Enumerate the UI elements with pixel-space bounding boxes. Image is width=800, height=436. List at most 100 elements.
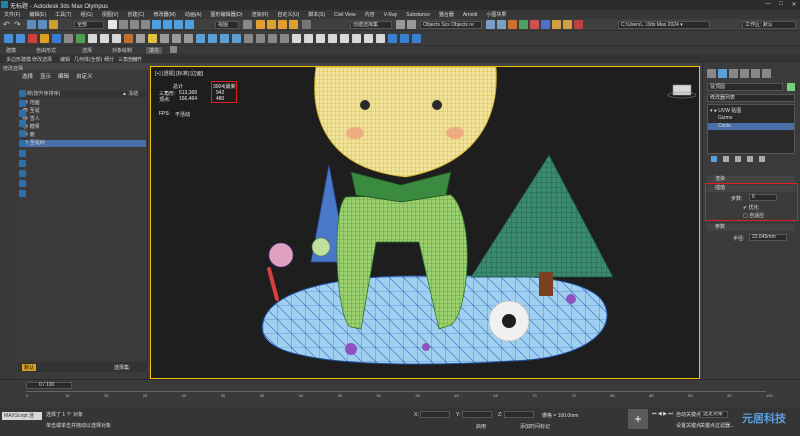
symmetry-icon[interactable]	[388, 34, 397, 43]
display-shapes-icon[interactable]	[19, 110, 26, 117]
sphere-tool-icon[interactable]	[28, 34, 37, 43]
cone-tool-icon[interactable]	[172, 34, 181, 43]
object-name-field[interactable]: 鼠顶圆	[707, 83, 783, 91]
display-helpers-icon[interactable]	[19, 140, 26, 147]
motion-tab-icon[interactable]	[740, 69, 749, 78]
explorer-tab-select[interactable]: 选择	[22, 72, 33, 80]
taper-icon[interactable]	[352, 34, 361, 43]
enable-toggle[interactable]: 启用	[476, 423, 486, 430]
ribbon-sub-poly-modeling[interactable]: 多边形建模	[6, 56, 31, 63]
menu-item-2[interactable]: 工具(T)	[55, 11, 71, 18]
edge-tool-icon[interactable]	[16, 34, 25, 43]
configure-modifier-icon[interactable]	[759, 156, 765, 162]
helper-tool-icon[interactable]	[64, 34, 73, 43]
shell-icon[interactable]	[400, 34, 409, 43]
ribbon-sub-edit[interactable]: 编辑	[60, 56, 70, 63]
edit-named-sel-icon[interactable]	[302, 20, 311, 29]
playback-controls[interactable]: ⏮ ◀ ▶ ⏭	[652, 411, 673, 417]
display-lights-icon[interactable]	[19, 120, 26, 127]
ribbon-tab-modeling[interactable]: 建模	[6, 47, 16, 54]
line-tool-icon[interactable]	[208, 34, 217, 43]
workspace-dropdown[interactable]: 工作区: 默认	[742, 21, 796, 29]
window-crossing-icon[interactable]	[141, 20, 150, 29]
menu-item-16[interactable]: 猫台器	[439, 11, 454, 18]
remove-modifier-icon[interactable]	[747, 156, 753, 162]
rotate-icon[interactable]	[163, 20, 172, 29]
light-tool-icon[interactable]	[40, 34, 49, 43]
utilities-tab-icon[interactable]	[762, 69, 771, 78]
explorer-row[interactable]: 👁 鹿	[22, 132, 146, 139]
time-slider[interactable]: 0 / 100	[26, 382, 72, 389]
chamfer-icon[interactable]	[412, 34, 421, 43]
spinner-snap-icon[interactable]	[289, 20, 298, 29]
explorer-tab-customize[interactable]: 自定义	[76, 72, 93, 80]
redo-icon[interactable]: ↷	[14, 20, 23, 29]
object-color-swatch[interactable]	[787, 83, 795, 91]
place-icon[interactable]	[185, 20, 194, 29]
menu-item-13[interactable]: 内容	[365, 11, 375, 18]
y-coord-field[interactable]	[462, 411, 492, 418]
menu-item-7[interactable]: 动画(A)	[185, 11, 202, 18]
display-none-icon[interactable]	[19, 90, 26, 97]
menu-item-3[interactable]: 组(G)	[80, 11, 92, 18]
set-key-plus-icon[interactable]: +	[628, 409, 648, 429]
menu-item-9[interactable]: 渲染(R)	[251, 11, 268, 18]
move-icon[interactable]	[152, 20, 161, 29]
menu-item-17[interactable]: Arnold	[463, 12, 477, 18]
ribbon-tab-populate[interactable]: 填充	[146, 47, 163, 54]
star-tool-icon[interactable]	[148, 34, 157, 43]
cylinder-gizmo-icon[interactable]	[316, 34, 325, 43]
explorer-tab-edit[interactable]: 编辑	[58, 72, 69, 80]
rendered-frame-icon[interactable]	[552, 20, 561, 29]
cylinder-tool-icon[interactable]	[100, 34, 109, 43]
viewcube[interactable]	[672, 84, 692, 96]
fracture-icon[interactable]	[376, 34, 385, 43]
maxscript-listener[interactable]: MAXScript 迷	[2, 412, 42, 420]
menu-item-11[interactable]: 脚本(S)	[308, 11, 325, 18]
display-groups-icon[interactable]	[19, 160, 26, 167]
maximize-button[interactable]: □	[775, 1, 787, 9]
close-button[interactable]: ✕	[788, 1, 800, 9]
rect-region-icon[interactable]	[130, 20, 139, 29]
box-gizmo-icon[interactable]	[292, 34, 301, 43]
link-icon[interactable]	[27, 20, 36, 29]
stack-item-gizmo[interactable]: Gizmo	[718, 115, 732, 121]
menu-item-18[interactable]: 小图块果	[486, 11, 506, 18]
reference-coord-dropdown[interactable]: 视图	[215, 21, 239, 29]
create-tab-icon[interactable]	[707, 69, 716, 78]
display-bones-icon[interactable]	[19, 180, 26, 187]
align-icon[interactable]	[407, 20, 416, 29]
display-spacewarps-icon[interactable]	[19, 150, 26, 157]
menu-item-0[interactable]: 文件(F)	[4, 11, 20, 18]
explorer-row[interactable]: 👁 雪人	[22, 116, 146, 123]
undo-icon[interactable]: ↶	[3, 20, 12, 29]
stack-item-circle[interactable]: Circle	[708, 123, 794, 130]
menu-item-12[interactable]: Civil View	[334, 12, 356, 18]
project-path-dropdown[interactable]: C:\Users\...\3ds Max 2024 ▾	[618, 21, 710, 29]
render-teapot-icon[interactable]	[563, 20, 572, 29]
ribbon-sub-subdivision[interactable]: 细分	[104, 56, 114, 63]
display-tab-icon[interactable]	[751, 69, 760, 78]
autokey-button[interactable]: 自动关键点	[676, 411, 701, 418]
pivot-icon[interactable]	[243, 20, 252, 29]
objects-toolbox[interactable]: Objects Scs Objects re	[420, 21, 482, 29]
explorer-header-frozen[interactable]: ▲ 冻结	[122, 91, 138, 98]
menu-item-5[interactable]: 创建(C)	[127, 11, 144, 18]
spacewarp-tool-icon[interactable]	[76, 34, 85, 43]
menu-item-4[interactable]: 视图(V)	[102, 11, 119, 18]
time-ruler[interactable]: 0 10 15 20 25 30 35 40 45 50 55 60 65 70 75 80 85 90 95 100	[26, 393, 773, 403]
display-geometry-icon[interactable]	[19, 100, 26, 107]
explorer-row[interactable]: 👁 地面	[22, 100, 146, 107]
menu-item-10[interactable]: 自定义(U)	[277, 11, 299, 18]
poly-tool-icon[interactable]	[4, 34, 13, 43]
schematic-view-icon[interactable]	[519, 20, 528, 29]
camera-tool-icon[interactable]	[52, 34, 61, 43]
ribbon-toggle-icon[interactable]	[170, 46, 177, 53]
minimize-button[interactable]: —	[762, 1, 774, 9]
rectangle-tool-icon[interactable]	[220, 34, 229, 43]
make-unique-icon[interactable]	[735, 156, 741, 162]
tube-tool-icon[interactable]	[184, 34, 193, 43]
ribbon-sub-align[interactable]: 对齐	[132, 56, 142, 63]
add-time-tag[interactable]: 添加时间标记	[520, 423, 550, 430]
pyramid-tool-icon[interactable]	[160, 34, 169, 43]
